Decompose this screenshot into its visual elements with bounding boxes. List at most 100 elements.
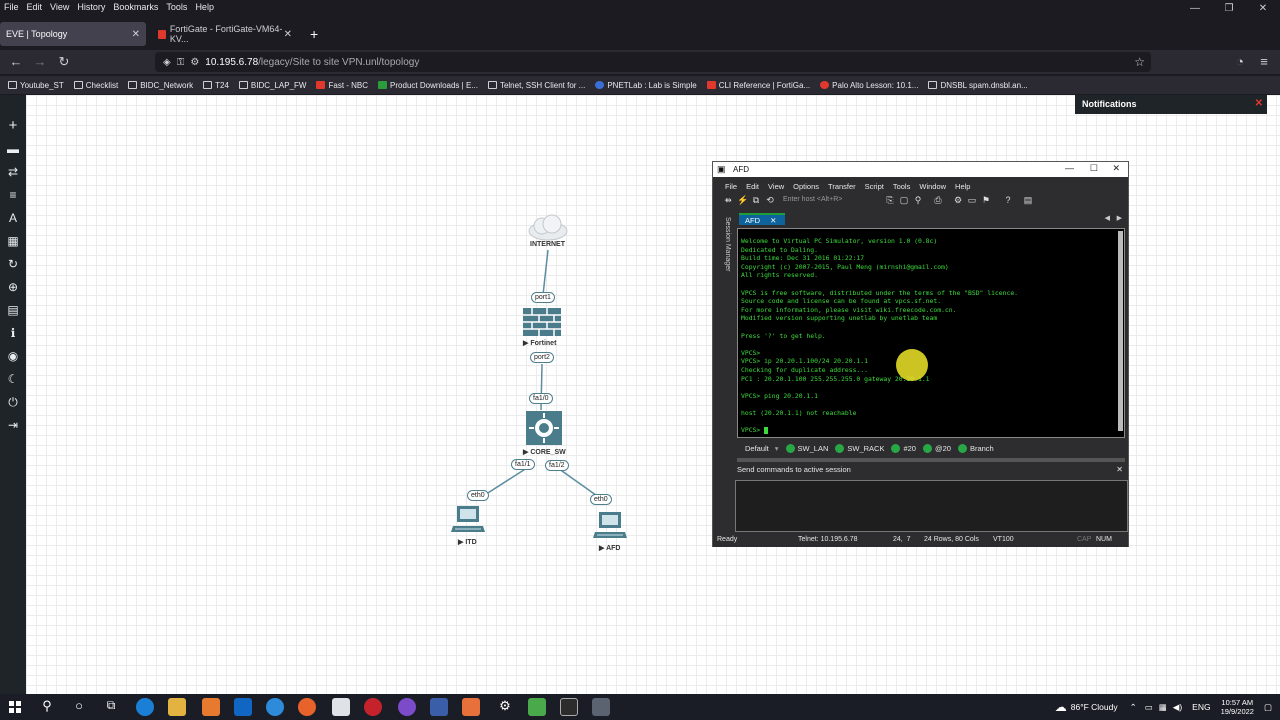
panel-splitter[interactable] <box>737 458 1125 462</box>
pictures-icon[interactable]: ▦ <box>6 234 20 248</box>
bookmark-item[interactable]: BIDC_Network <box>128 81 193 90</box>
close-tab-icon[interactable]: ✕ <box>132 29 140 40</box>
restore-icon[interactable]: ❐ <box>1212 0 1246 18</box>
outlook-icon[interactable] <box>234 698 252 716</box>
command-input[interactable] <box>735 480 1128 532</box>
bookmark-item[interactable]: Palo Alto Lesson: 10.1... <box>820 81 918 90</box>
terminal-icon[interactable] <box>560 698 578 716</box>
internet-node[interactable] <box>527 214 569 242</box>
session-tab-sw-rack[interactable]: SW_RACK <box>835 443 884 453</box>
settings-icon[interactable]: ⚙ <box>496 698 514 716</box>
minimize-icon[interactable]: — <box>1178 0 1212 18</box>
reconnect-icon[interactable]: ⟲ <box>765 195 775 205</box>
menu-edit[interactable]: Edit <box>746 182 759 191</box>
network-icon[interactable]: ▦ <box>1159 702 1167 713</box>
session-manager-panel[interactable]: Session Manager <box>719 217 731 307</box>
connect-tab-icon[interactable]: ⧉ <box>751 195 761 205</box>
app-icon[interactable] <box>364 698 382 716</box>
menu-options[interactable]: Options <box>793 182 819 191</box>
menu-bookmarks[interactable]: Bookmarks <box>113 2 158 12</box>
close-command-window-icon[interactable]: ✕ <box>1116 465 1123 474</box>
terminal-screen[interactable]: Welcome to Virtual PC Simulator, version… <box>737 228 1125 438</box>
close-icon[interactable]: ✕ <box>1246 0 1280 18</box>
bookmark-item[interactable]: Product Downloads | E... <box>378 81 478 90</box>
session-tab-sw-lan[interactable]: SW_LAN <box>785 443 828 453</box>
nodes-icon[interactable]: ▬ <box>6 142 20 156</box>
notification-center-icon[interactable]: ▢ <box>1264 702 1272 713</box>
menu-tools[interactable]: Tools <box>893 182 911 191</box>
weather-text[interactable]: 86°F Cloudy <box>1071 702 1118 712</box>
bookmark-item[interactable]: Telnet, SSH Client for ... <box>487 81 585 90</box>
menu-help[interactable]: Help <box>195 2 214 12</box>
securecrt-titlebar[interactable]: ▣ AFD — ☐ ✕ <box>713 162 1128 177</box>
logout-icon[interactable]: ⇥ <box>6 418 20 432</box>
help-icon[interactable]: ? <box>1003 195 1013 205</box>
reload-icon[interactable]: ↻ <box>56 54 72 70</box>
menu-tools[interactable]: Tools <box>166 2 187 12</box>
bookmark-item[interactable]: PNETLab : Lab is Simple <box>595 81 697 90</box>
sftp-icon[interactable]: ⚑ <box>981 195 991 205</box>
menu-file[interactable]: File <box>725 182 737 191</box>
menu-help[interactable]: Help <box>955 182 970 191</box>
lock-lab-icon[interactable]: ◉ <box>6 349 20 363</box>
start-icon[interactable] <box>6 698 24 716</box>
minimize-icon[interactable]: — <box>1065 163 1074 173</box>
monitor-icon[interactable]: ▤ <box>1023 195 1033 205</box>
tray-chevron-icon[interactable]: ⌃ <box>1130 702 1137 713</box>
new-tab-button[interactable]: + <box>304 22 324 46</box>
firefox-icon[interactable] <box>298 698 316 716</box>
pocket-icon[interactable]: ◔ <box>1232 54 1248 70</box>
menu-edit[interactable]: Edit <box>27 2 43 12</box>
app-icon[interactable] <box>332 698 350 716</box>
close-notifications-icon[interactable]: ✕ <box>1255 98 1263 109</box>
copy-icon[interactable]: ⎘ <box>885 195 895 205</box>
close-lab-icon[interactable]: ⏻ <box>6 395 20 409</box>
bookmark-item[interactable]: T24 <box>203 81 229 90</box>
tab-fortigate[interactable]: FortiGate - FortiGate-VM64-KV... ✕ <box>152 22 298 46</box>
tab-scroll-right-icon[interactable]: ▶ <box>1117 214 1122 222</box>
afd-node[interactable] <box>593 510 627 540</box>
menu-view[interactable]: View <box>768 182 784 191</box>
battery-icon[interactable]: ▭ <box>1145 702 1153 713</box>
find-icon[interactable]: ⚲ <box>913 195 923 205</box>
app-icon[interactable] <box>462 698 480 716</box>
tab-eve-topology[interactable]: EVE | Topology ✕ <box>0 22 146 46</box>
menu-window[interactable]: Window <box>919 182 946 191</box>
add-object-icon[interactable]: + <box>6 118 20 133</box>
session-tab-default[interactable]: Default ▾ <box>745 444 779 453</box>
bookmark-item[interactable]: Fast - NBC <box>316 81 368 90</box>
lab-details-icon[interactable]: ℹ <box>6 326 20 340</box>
settings-icon[interactable]: ⚙ <box>953 195 963 205</box>
session-tab-hash20[interactable]: #20 <box>891 443 916 453</box>
menu-hamburger-icon[interactable]: ≡ <box>1256 54 1272 70</box>
paste-icon[interactable]: ▢ <box>899 195 909 205</box>
menu-view[interactable]: View <box>50 2 69 12</box>
status-icon[interactable]: ▤ <box>6 303 20 317</box>
tab-scroll-left-icon[interactable]: ◀ <box>1105 214 1110 222</box>
connect-icon[interactable]: ⇻ <box>723 195 733 205</box>
session-tab-at20[interactable]: @20 <box>922 443 951 453</box>
menu-file[interactable]: File <box>4 2 19 12</box>
search-icon[interactable]: ⚲ <box>38 698 56 716</box>
bookmark-star-icon[interactable]: ☆ <box>1134 55 1145 69</box>
session-tab-afd[interactable]: AFD ✕ <box>739 213 785 225</box>
maximize-icon[interactable]: ☐ <box>1090 163 1098 174</box>
file-explorer-icon[interactable] <box>168 698 186 716</box>
notepad-icon[interactable] <box>528 698 546 716</box>
itd-node[interactable] <box>451 504 485 534</box>
forward-icon[interactable]: → <box>32 54 48 70</box>
menu-history[interactable]: History <box>77 2 105 12</box>
fortinet-node[interactable] <box>522 307 562 337</box>
task-view-icon[interactable]: ⧉ <box>102 698 120 716</box>
app-icon[interactable] <box>202 698 220 716</box>
bookmark-item[interactable]: Youtube_ST <box>8 81 64 90</box>
app-icon[interactable] <box>430 698 448 716</box>
bookmark-item[interactable]: DNSBL spam.dnsbl.an... <box>928 81 1028 90</box>
url-bar[interactable]: ◈ ⚿ ⚙ 10.195.6.78 /legacy/Site to site V… <box>155 52 1151 72</box>
close-tab-icon[interactable]: ✕ <box>284 29 292 40</box>
app-icon[interactable] <box>398 698 416 716</box>
close-tab-icon[interactable]: ✕ <box>770 216 776 225</box>
internet-explorer-icon[interactable] <box>266 698 284 716</box>
volume-icon[interactable]: ◀) <box>1173 702 1182 713</box>
close-icon[interactable]: ✕ <box>1112 163 1120 174</box>
